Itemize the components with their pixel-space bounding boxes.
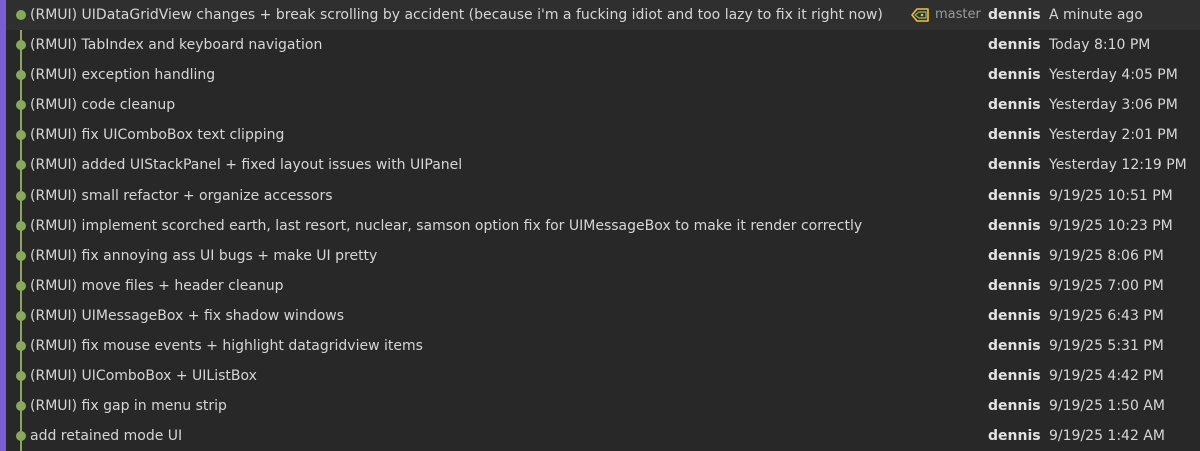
commit-author: dennis	[988, 247, 1041, 264]
commit-author: dennis	[988, 97, 1041, 114]
commit-message: (RMUI) UIComboBox + UIListBox	[30, 368, 257, 385]
commit-node-icon	[16, 341, 26, 352]
branch-label[interactable]: master	[910, 6, 981, 24]
commit-author: dennis	[988, 37, 1041, 54]
commit-row[interactable]: (RMUI) implement scorched earth, last re…	[6, 211, 1200, 241]
commit-row[interactable]: (RMUI) code cleanup dennis Yesterday 3:0…	[6, 90, 1200, 120]
commit-node-icon	[16, 280, 26, 291]
commit-author: dennis	[988, 67, 1041, 84]
commit-row[interactable]: (RMUI) fix gap in menu strip dennis 9/19…	[6, 391, 1200, 421]
commit-node-icon	[16, 40, 26, 51]
commit-history-panel: (RMUI) UIDataGridView changes + break sc…	[0, 0, 1200, 451]
commit-node-icon	[16, 401, 26, 412]
commit-author: dennis	[988, 338, 1041, 355]
commit-row[interactable]: (RMUI) exception handling dennis Yesterd…	[6, 60, 1200, 90]
commit-date: Today 8:10 PM	[1049, 37, 1151, 54]
commit-date: 9/19/25 10:23 PM	[1049, 217, 1173, 234]
commit-node-icon	[16, 130, 26, 141]
commit-date: 9/19/25 6:43 PM	[1049, 307, 1164, 324]
commit-date: 9/19/25 4:42 PM	[1049, 368, 1164, 385]
commit-message: (RMUI) added UIStackPanel + fixed layout…	[30, 157, 463, 174]
commit-row[interactable]: (RMUI) fix mouse events + highlight data…	[6, 331, 1200, 361]
commit-date: A minute ago	[1049, 7, 1143, 23]
commit-author: dennis	[988, 7, 1041, 23]
commit-message: (RMUI) fix mouse events + highlight data…	[30, 338, 423, 355]
commit-author: dennis	[988, 428, 1041, 445]
commit-row[interactable]: (RMUI) fix UIComboBox text clipping denn…	[6, 120, 1200, 150]
commit-node-icon	[16, 431, 26, 442]
commit-date: Yesterday 4:05 PM	[1049, 67, 1178, 84]
commit-author: dennis	[988, 157, 1041, 174]
commit-author: dennis	[988, 187, 1041, 204]
commit-row[interactable]: (RMUI) UIMessageBox + fix shadow windows…	[6, 301, 1200, 331]
commit-date: 9/19/25 10:51 PM	[1049, 187, 1173, 204]
commit-node-icon	[16, 160, 26, 171]
commit-node-icon	[16, 100, 26, 111]
commit-message: add retained mode UI	[30, 428, 183, 445]
commit-message: (RMUI) small refactor + organize accesso…	[30, 187, 333, 204]
commit-date: 9/19/25 1:42 AM	[1049, 428, 1165, 445]
commit-author: dennis	[988, 277, 1041, 294]
commit-date: 9/19/25 5:31 PM	[1049, 338, 1164, 355]
commit-date: 9/19/25 8:06 PM	[1049, 247, 1164, 264]
commit-date: Yesterday 12:19 PM	[1049, 157, 1187, 174]
commit-node-icon	[16, 310, 26, 321]
commit-author: dennis	[988, 398, 1041, 415]
commit-row[interactable]: (RMUI) UIDataGridView changes + break sc…	[6, 0, 1200, 31]
commit-message: (RMUI) fix gap in menu strip	[30, 398, 227, 415]
commit-message: (RMUI) UIDataGridView changes + break sc…	[30, 7, 883, 23]
commit-row[interactable]: (RMUI) added UIStackPanel + fixed layout…	[6, 150, 1200, 180]
commit-author: dennis	[988, 368, 1041, 385]
commit-row[interactable]: add retained mode UI dennis 9/19/25 1:42…	[6, 421, 1200, 451]
commit-author: dennis	[988, 217, 1041, 234]
commit-row[interactable]: (RMUI) fix annoying ass UI bugs + make U…	[6, 241, 1200, 271]
commit-date: 9/19/25 1:50 AM	[1049, 398, 1165, 415]
commit-node-icon	[16, 220, 26, 231]
tag-icon	[911, 8, 929, 22]
commit-message: (RMUI) fix UIComboBox text clipping	[30, 127, 285, 144]
commit-node-icon	[16, 70, 26, 81]
commit-node-icon	[16, 10, 26, 20]
commit-row[interactable]: (RMUI) small refactor + organize accesso…	[6, 181, 1200, 211]
commit-message: (RMUI) UIMessageBox + fix shadow windows	[30, 307, 345, 324]
commit-author: dennis	[988, 127, 1041, 144]
commit-message: (RMUI) fix annoying ass UI bugs + make U…	[30, 247, 378, 264]
commit-list: (RMUI) UIDataGridView changes + break sc…	[6, 0, 1200, 451]
commit-message: (RMUI) code cleanup	[30, 97, 176, 114]
commit-message: (RMUI) exception handling	[30, 67, 216, 84]
commit-row[interactable]: (RMUI) UIComboBox + UIListBox dennis 9/1…	[6, 361, 1200, 391]
commit-node-icon	[16, 250, 26, 261]
commit-node-icon	[16, 371, 26, 382]
branch-name: master	[935, 7, 981, 22]
commit-row[interactable]: (RMUI) TabIndex and keyboard navigation …	[6, 30, 1200, 60]
commit-message: (RMUI) TabIndex and keyboard navigation	[30, 37, 323, 54]
commit-date: Yesterday 2:01 PM	[1049, 127, 1178, 144]
commit-date: Yesterday 3:06 PM	[1049, 97, 1178, 114]
commit-node-icon	[16, 190, 26, 201]
commit-message: (RMUI) implement scorched earth, last re…	[30, 217, 863, 234]
commit-author: dennis	[988, 307, 1041, 324]
commit-row[interactable]: (RMUI) move files + header cleanup denni…	[6, 271, 1200, 301]
commit-date: 9/19/25 7:00 PM	[1049, 277, 1164, 294]
commit-message: (RMUI) move files + header cleanup	[30, 277, 284, 294]
